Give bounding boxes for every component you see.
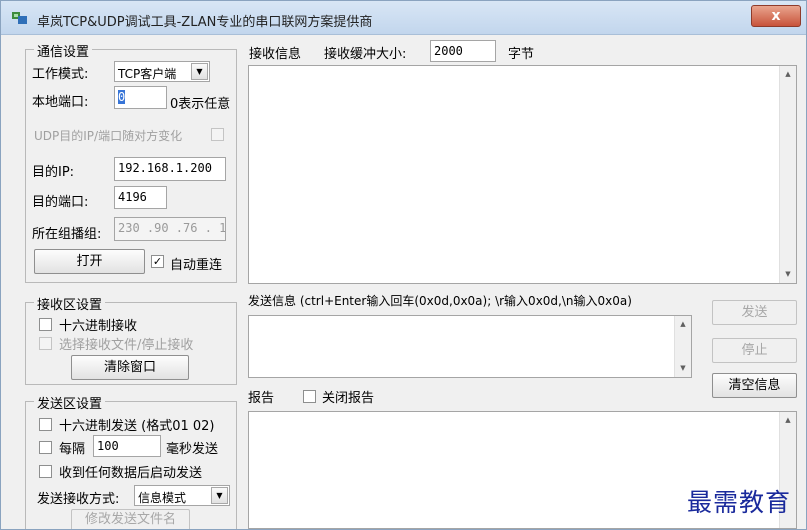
send-button-label: 发送 [741, 305, 768, 320]
recv-buffer-input[interactable]: 2000 [430, 40, 496, 62]
recv-buffer-label: 接收缓冲大小: [324, 47, 407, 62]
clear-window-button[interactable]: 清除窗口 [71, 355, 189, 380]
dest-port-label: 目的端口: [32, 195, 89, 210]
dest-ip-value: 192.168.1.200 [118, 161, 212, 175]
app-logo-icon [12, 12, 27, 24]
recv-textarea[interactable]: ▲ ▼ [248, 65, 797, 284]
local-port-input[interactable]: 0 [114, 86, 167, 109]
scroll-down-icon[interactable]: ▼ [675, 360, 691, 377]
main-window: 卓岚TCP&UDP调试工具-ZLAN专业的串口联网方案提供商 x 通信设置 工作… [0, 0, 807, 530]
modify-send-file-label: 修改发送文件名 [84, 512, 176, 527]
multicast-label: 所在组播组: [32, 227, 102, 242]
dest-ip-label: 目的IP: [32, 165, 75, 180]
window-title: 卓岚TCP&UDP调试工具-ZLAN专业的串口联网方案提供商 [37, 15, 373, 30]
scroll-up-icon[interactable]: ▲ [780, 412, 796, 429]
interval-send-checkbox[interactable] [39, 441, 52, 454]
hex-send-checkbox[interactable] [39, 418, 52, 431]
title-bar[interactable]: 卓岚TCP&UDP调试工具-ZLAN专业的串口联网方案提供商 x [1, 1, 806, 35]
send-mode-label: 发送接收方式: [37, 492, 120, 507]
udp-follow-checkbox[interactable] [211, 128, 224, 141]
close-report-label: 关闭报告 [322, 391, 375, 406]
udp-follow-label: UDP目的IP/端口随对方变化 [34, 129, 183, 143]
recv-scrollbar[interactable]: ▲ ▼ [779, 66, 796, 283]
dest-port-value: 4196 [118, 190, 147, 204]
comm-settings-title: 通信设置 [34, 41, 93, 60]
trigger-send-checkbox[interactable] [39, 465, 52, 478]
every-label: 每隔 [59, 442, 86, 457]
work-mode-label: 工作模式: [32, 67, 89, 82]
send-button[interactable]: 发送 [712, 300, 797, 325]
work-mode-value: TCP客户端 [118, 67, 177, 81]
open-button[interactable]: 打开 [34, 249, 145, 274]
send-mode-select[interactable]: 信息模式 ▼ [134, 485, 230, 506]
multicast-input[interactable]: 230 .90 .76 . 1 [114, 217, 226, 241]
scroll-down-icon[interactable]: ▼ [780, 266, 796, 283]
trigger-send-label: 收到任何数据后启动发送 [59, 466, 203, 481]
local-port-label: 本地端口: [32, 95, 89, 110]
chevron-down-icon[interactable]: ▼ [211, 487, 228, 504]
send-mode-value: 信息模式 [138, 491, 187, 505]
recv-file-checkbox[interactable] [39, 337, 52, 350]
hex-send-label: 十六进制发送 (格式01 02) [59, 419, 215, 434]
dest-port-input[interactable]: 4196 [114, 186, 167, 209]
send-settings-title: 发送区设置 [34, 393, 106, 412]
open-button-label: 打开 [76, 254, 103, 269]
modify-send-file-button[interactable]: 修改发送文件名 [71, 509, 190, 529]
auto-reconnect-label: 自动重连 [170, 258, 223, 273]
local-port-hint: 0表示任意 [170, 97, 231, 112]
clear-info-button[interactable]: 清空信息 [712, 373, 797, 398]
interval-input[interactable]: 100 [93, 435, 161, 457]
hex-recv-checkbox[interactable] [39, 318, 52, 331]
close-button[interactable]: x [751, 5, 801, 27]
scroll-up-icon[interactable]: ▲ [780, 66, 796, 83]
interval-value: 100 [97, 439, 119, 453]
ms-label: 毫秒发送 [166, 442, 219, 457]
close-report-checkbox[interactable] [303, 390, 316, 403]
clear-info-label: 清空信息 [728, 378, 781, 393]
local-port-value: 0 [118, 90, 126, 104]
multicast-value: 230 .90 .76 . 1 [118, 221, 226, 235]
recv-buffer-unit: 字节 [508, 47, 535, 62]
close-icon: x [771, 8, 781, 24]
auto-reconnect-checkbox[interactable]: ✓ [151, 255, 164, 268]
recv-file-label: 选择接收文件/停止接收 [59, 338, 194, 353]
recv-buffer-value: 2000 [434, 44, 463, 58]
report-label: 报告 [248, 391, 275, 406]
chevron-down-icon[interactable]: ▼ [191, 63, 208, 80]
watermark-text: 最需教育 [687, 488, 792, 517]
hex-recv-label: 十六进制接收 [59, 319, 138, 334]
recv-info-label: 接收信息 [249, 47, 302, 62]
send-info-label: 发送信息 (ctrl+Enter输入回车(0x0d,0x0a); \r输入0x0… [248, 294, 632, 308]
send-scrollbar[interactable]: ▲ ▼ [674, 316, 691, 377]
clear-window-label: 清除窗口 [103, 360, 156, 375]
stop-button[interactable]: 停止 [712, 338, 797, 363]
recv-settings-title: 接收区设置 [34, 294, 106, 313]
scroll-up-icon[interactable]: ▲ [675, 316, 691, 333]
work-mode-select[interactable]: TCP客户端 ▼ [114, 61, 210, 82]
send-textarea[interactable]: ▲ ▼ [248, 315, 692, 378]
dest-ip-input[interactable]: 192.168.1.200 [114, 157, 226, 181]
stop-button-label: 停止 [741, 343, 768, 358]
